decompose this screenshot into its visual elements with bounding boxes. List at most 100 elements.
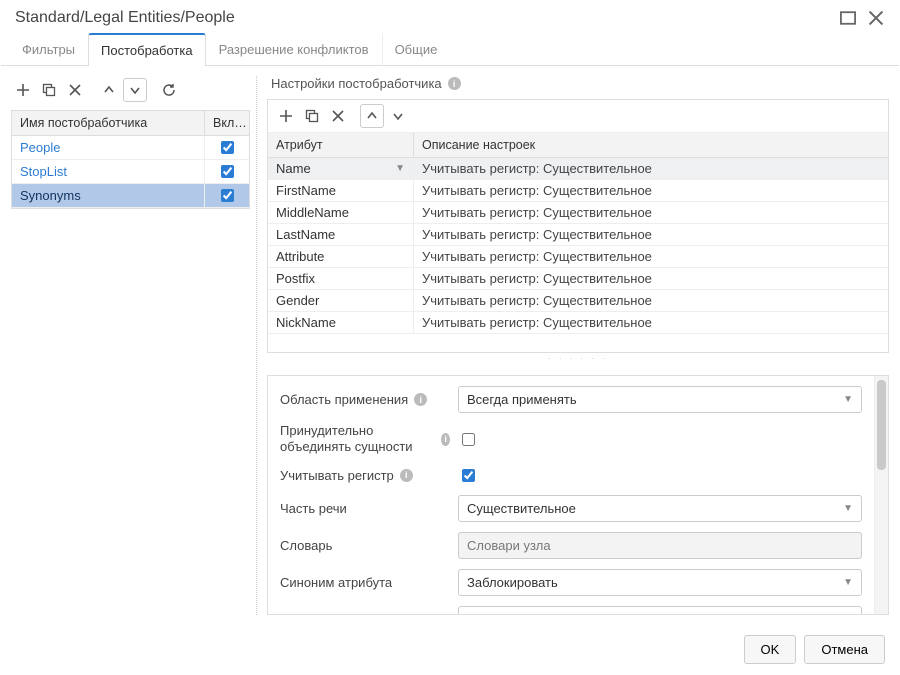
postprocessor-grid: Имя постобработчика Вкл… PeopleStopListS… [11, 110, 250, 209]
attribute-desc-cell: Учитывать регистр: Существительное [414, 202, 888, 223]
tab-conflict-resolution[interactable]: Разрешение конфликтов [206, 33, 382, 66]
copy-icon[interactable] [37, 78, 61, 102]
attribute-row[interactable]: FirstNameУчитывать регистр: Существитель… [268, 180, 888, 202]
form-inner: Область применения i Всегда применять▼ Пр… [268, 376, 874, 614]
chevron-down-icon: ▼ [843, 577, 853, 588]
force-merge-label: Принудительно объединять сущности [280, 423, 435, 456]
info-icon[interactable]: i [448, 77, 461, 90]
content: Имя постобработчика Вкл… PeopleStopListS… [1, 66, 899, 625]
section-title-text: Настройки постобработчика [271, 76, 442, 91]
dialog-title: Standard/Legal Entities/People [15, 9, 829, 27]
syn-label: Синоним атрибута [280, 575, 392, 590]
close-icon[interactable] [867, 9, 885, 27]
left-toolbar [11, 76, 250, 110]
tab-postprocessing[interactable]: Постобработка [88, 33, 206, 66]
attribute-row[interactable]: MiddleNameУчитывать регистр: Существител… [268, 202, 888, 224]
merge-attr-label: Объединение атрибута [280, 612, 421, 615]
refresh-icon[interactable] [157, 78, 181, 102]
info-icon[interactable]: i [414, 393, 427, 406]
attribute-name-cell[interactable]: FirstName [268, 180, 414, 201]
delete-icon[interactable] [63, 78, 87, 102]
left-panel: Имя постобработчика Вкл… PeopleStopListS… [11, 76, 257, 615]
attribute-name-cell[interactable]: LastName [268, 224, 414, 245]
dialog: Standard/Legal Entities/People Фильтры П… [0, 0, 900, 675]
postprocessor-name[interactable]: StopList [12, 160, 205, 183]
attr-delete-icon[interactable] [326, 104, 350, 128]
attribute-row[interactable]: NickNameУчитывать регистр: Существительн… [268, 312, 888, 334]
section-title: Настройки постобработчика i [267, 76, 889, 99]
chevron-down-icon: ▼ [395, 163, 405, 174]
splitter[interactable]: · · · · · · [267, 353, 889, 365]
attribute-desc-cell: Учитывать регистр: Существительное [414, 290, 888, 311]
dict-label: Словарь [280, 538, 332, 553]
attribute-row[interactable]: LastNameУчитывать регистр: Существительн… [268, 224, 888, 246]
postprocessor-row[interactable]: People [12, 136, 249, 160]
postprocessor-name[interactable]: Synonyms [12, 184, 205, 207]
attr-copy-icon[interactable] [300, 104, 324, 128]
attr-toolbar [268, 100, 888, 133]
ok-button[interactable]: OK [744, 635, 797, 664]
chevron-down-icon: ▼ [843, 394, 853, 405]
attribute-name-cell[interactable]: Postfix [268, 268, 414, 289]
move-down-icon[interactable] [123, 78, 147, 102]
case-checkbox[interactable] [462, 469, 475, 482]
attribute-row[interactable]: PostfixУчитывать регистр: Существительно… [268, 268, 888, 290]
settings-form: Область применения i Всегда применять▼ Пр… [267, 375, 889, 615]
attribute-desc-cell: Учитывать регистр: Существительное [414, 268, 888, 289]
move-up-icon[interactable] [97, 78, 121, 102]
attribute-desc-cell: Учитывать регистр: Существительное [414, 180, 888, 201]
maximize-icon[interactable] [839, 9, 857, 27]
add-icon[interactable] [11, 78, 35, 102]
tab-filters[interactable]: Фильтры [9, 33, 88, 66]
scrollbar[interactable] [874, 376, 888, 614]
attribute-desc-cell: Учитывать регистр: Существительное [414, 224, 888, 245]
enabled-checkbox[interactable] [221, 189, 234, 202]
attribute-row[interactable]: Name▼Учитывать регистр: Существительное [268, 158, 888, 180]
attr-col-header[interactable]: Атрибут [268, 133, 414, 157]
dict-field: Словари узла [458, 532, 862, 559]
attribute-desc-cell: Учитывать регистр: Существительное [414, 312, 888, 333]
scroll-thumb[interactable] [877, 380, 886, 470]
attr-grid-header: Атрибут Описание настроек [268, 133, 888, 158]
chevron-down-icon: ▼ [843, 503, 853, 514]
postprocessor-row[interactable]: Synonyms [12, 184, 249, 208]
attribute-name-cell[interactable]: MiddleName [268, 202, 414, 223]
postprocessor-name[interactable]: People [12, 136, 205, 159]
pos-label: Часть речи [280, 501, 347, 516]
attribute-name-cell[interactable]: Gender [268, 290, 414, 311]
attribute-row[interactable]: AttributeУчитывать регистр: Существитель… [268, 246, 888, 268]
footer: OK Отмена [1, 625, 899, 674]
merge-attr-select[interactable]: Заблокировать▼ [458, 606, 862, 615]
tabs: Фильтры Постобработка Разрешение конфлик… [1, 33, 899, 66]
case-label: Учитывать регистр [280, 468, 394, 483]
grid-header: Имя постобработчика Вкл… [12, 111, 249, 136]
info-icon[interactable]: i [400, 469, 413, 482]
enabled-checkbox[interactable] [221, 165, 234, 178]
right-panel: Настройки постобработчика i Атрибут Опис… [267, 76, 889, 615]
attr-add-icon[interactable] [274, 104, 298, 128]
tab-general[interactable]: Общие [382, 33, 451, 66]
attribute-name-cell[interactable]: Name▼ [268, 158, 414, 179]
attribute-panel: Атрибут Описание настроек Name▼Учитывать… [267, 99, 889, 353]
scope-label: Область применения [280, 392, 408, 407]
enabled-checkbox[interactable] [221, 141, 234, 154]
attr-move-down-icon[interactable] [386, 104, 410, 128]
attribute-name-cell[interactable]: NickName [268, 312, 414, 333]
attribute-name-cell[interactable]: Attribute [268, 246, 414, 267]
col-enabled-header[interactable]: Вкл… [205, 111, 249, 135]
titlebar: Standard/Legal Entities/People [1, 1, 899, 33]
col-name-header[interactable]: Имя постобработчика [12, 111, 205, 135]
desc-col-header[interactable]: Описание настроек [414, 133, 888, 157]
attribute-desc-cell: Учитывать регистр: Существительное [414, 246, 888, 267]
cancel-button[interactable]: Отмена [804, 635, 885, 664]
postprocessor-row[interactable]: StopList [12, 160, 249, 184]
scope-select[interactable]: Всегда применять▼ [458, 386, 862, 413]
attr-move-up-icon[interactable] [360, 104, 384, 128]
attribute-row[interactable]: GenderУчитывать регистр: Существительное [268, 290, 888, 312]
chevron-down-icon: ▼ [843, 614, 853, 615]
pos-select[interactable]: Существительное▼ [458, 495, 862, 522]
attribute-desc-cell: Учитывать регистр: Существительное [414, 158, 888, 179]
syn-select[interactable]: Заблокировать▼ [458, 569, 862, 596]
force-merge-checkbox[interactable] [462, 433, 475, 446]
info-icon[interactable]: i [441, 433, 450, 446]
